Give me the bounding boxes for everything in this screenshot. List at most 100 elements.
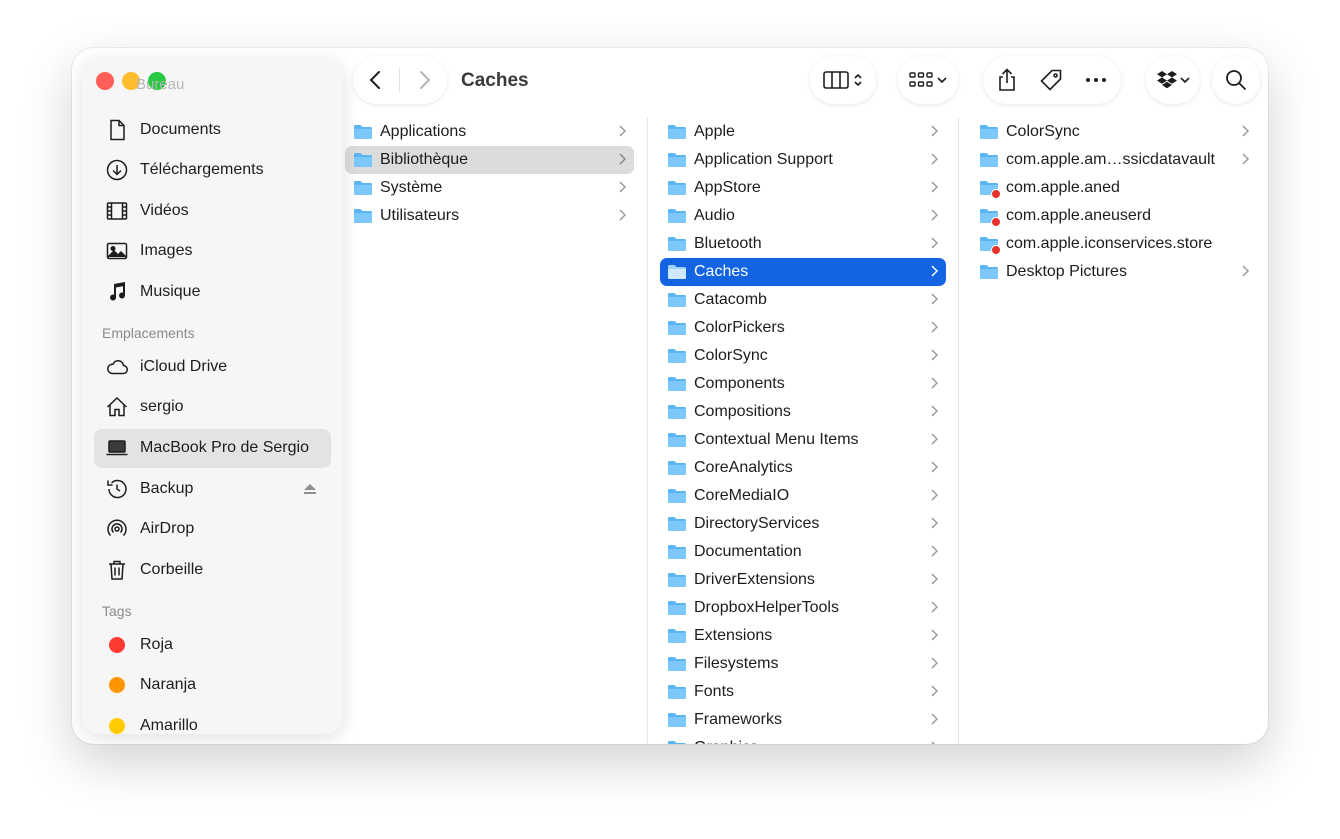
- sidebar-item-label: Musique: [140, 282, 201, 300]
- view-mode-button[interactable]: [810, 56, 876, 104]
- list-item[interactable]: ColorSync: [971, 118, 1257, 146]
- list-item[interactable]: Caches: [660, 258, 946, 286]
- list-item[interactable]: Bluetooth: [660, 230, 946, 258]
- list-item-label: Compositions: [694, 403, 791, 420]
- list-item[interactable]: DirectoryServices: [660, 510, 946, 538]
- list-item[interactable]: CoreAnalytics: [660, 454, 946, 482]
- list-item[interactable]: Contextual Menu Items: [660, 426, 946, 454]
- divider: [399, 68, 401, 92]
- list-item-systeme[interactable]: Système: [345, 174, 634, 202]
- sidebar-section-header: Emplacements: [102, 325, 195, 342]
- forward-button[interactable]: [405, 60, 445, 100]
- sidebar-list: Documents Téléchargements Vidéos Images: [94, 110, 331, 734]
- list-item-label: ColorPickers: [694, 319, 785, 336]
- group-by-button[interactable]: [898, 56, 958, 104]
- chevron-right-icon: [619, 153, 626, 165]
- sidebar-item-label: Vidéos: [140, 201, 189, 219]
- list-item[interactable]: DriverExtensions: [660, 566, 946, 594]
- tag-icon[interactable]: [1039, 60, 1063, 100]
- sidebar-item-icloud-drive[interactable]: iCloud Drive: [94, 347, 331, 386]
- sidebar-item-downloads[interactable]: Téléchargements: [94, 151, 331, 190]
- sidebar-item-partial[interactable]: Bureau: [136, 76, 184, 93]
- list-item[interactable]: Compositions: [660, 398, 946, 426]
- list-item[interactable]: Audio: [660, 202, 946, 230]
- sidebar-tag-naranja[interactable]: Naranja: [94, 666, 331, 705]
- list-item-label: ColorSync: [694, 347, 768, 364]
- list-item[interactable]: ColorPickers: [660, 314, 946, 342]
- list-item-label: Desktop Pictures: [1006, 263, 1127, 280]
- back-button[interactable]: [355, 60, 395, 100]
- sidebar-item-label: Documents: [140, 120, 221, 138]
- list-item[interactable]: com.apple.am…ssicdatavault: [971, 146, 1257, 174]
- window-title: Caches: [461, 70, 529, 91]
- list-item[interactable]: Graphics: [660, 734, 946, 744]
- chevron-right-icon: [931, 153, 938, 165]
- folder-icon: [667, 404, 687, 420]
- list-item-applications[interactable]: Applications: [345, 118, 634, 146]
- list-item[interactable]: CoreMediaIO: [660, 482, 946, 510]
- list-item-label: Caches: [694, 263, 749, 280]
- list-item[interactable]: Documentation: [660, 538, 946, 566]
- sidebar-item-documents[interactable]: Documents: [94, 110, 331, 149]
- list-item[interactable]: Application Support: [660, 146, 946, 174]
- tag-color-dot-icon: [104, 673, 130, 697]
- chevron-right-icon: [931, 237, 938, 249]
- list-item-label: Bluetooth: [694, 235, 762, 252]
- chevron-right-icon: [619, 209, 626, 221]
- list-item-label: com.apple.aned: [1006, 179, 1120, 196]
- sidebar-tag-roja[interactable]: Roja: [94, 625, 331, 664]
- list-item-utilisateurs[interactable]: Utilisateurs: [345, 202, 634, 230]
- folder-icon: [979, 236, 1001, 255]
- sidebar-item-macbook[interactable]: MacBook Pro de Sergio: [94, 428, 331, 468]
- sidebar-tag-amarillo[interactable]: Amarillo: [94, 707, 331, 734]
- list-item[interactable]: Filesystems: [660, 650, 946, 678]
- sidebar-item-backup[interactable]: Backup: [94, 469, 331, 508]
- sidebar-item-images[interactable]: Images: [94, 232, 331, 271]
- folder-icon: [667, 264, 687, 280]
- sidebar-item-label: Roja: [140, 635, 173, 653]
- list-item[interactable]: Frameworks: [660, 706, 946, 734]
- home-icon: [104, 395, 130, 419]
- list-item-bibliotheque[interactable]: Bibliothèque: [345, 146, 634, 174]
- list-item[interactable]: Extensions: [660, 622, 946, 650]
- list-item[interactable]: com.apple.iconservices.store: [971, 230, 1257, 258]
- folder-icon: [979, 124, 999, 140]
- list-item[interactable]: Catacomb: [660, 286, 946, 314]
- tag-color-dot-icon: [104, 633, 130, 657]
- sidebar-item-music[interactable]: Musique: [94, 272, 331, 311]
- folder-icon: [667, 348, 687, 364]
- column-caches: ColorSync com.apple.am…ssicdatavault com.a…: [958, 118, 1268, 744]
- chevron-right-icon: [1242, 265, 1249, 277]
- list-item-label: Utilisateurs: [380, 207, 460, 224]
- list-item[interactable]: AppStore: [660, 174, 946, 202]
- eject-icon[interactable]: [303, 482, 317, 500]
- list-item-label: com.apple.aneuserd: [1006, 207, 1151, 224]
- sidebar-item-sergio[interactable]: sergio: [94, 388, 331, 427]
- sidebar-item-airdrop[interactable]: AirDrop: [94, 510, 331, 549]
- list-item-label: CoreMediaIO: [694, 487, 790, 504]
- more-icon[interactable]: [1085, 60, 1107, 100]
- list-item[interactable]: Fonts: [660, 678, 946, 706]
- list-item[interactable]: ColorSync: [660, 342, 946, 370]
- sidebar-item-trash[interactable]: Corbeille: [94, 550, 331, 589]
- list-item-label: DirectoryServices: [694, 515, 820, 532]
- list-item[interactable]: com.apple.aned: [971, 174, 1257, 202]
- close-button[interactable]: [96, 72, 114, 90]
- trash-icon: [104, 558, 130, 582]
- chevron-right-icon: [931, 517, 938, 529]
- sidebar-item-videos[interactable]: Vidéos: [94, 191, 331, 230]
- list-item-label: Audio: [694, 207, 735, 224]
- list-item[interactable]: DropboxHelperTools: [660, 594, 946, 622]
- list-item[interactable]: Desktop Pictures: [971, 258, 1257, 286]
- photo-icon: [104, 239, 130, 263]
- music-note-icon: [104, 280, 130, 304]
- share-icon[interactable]: [997, 60, 1017, 100]
- list-item[interactable]: Components: [660, 370, 946, 398]
- tag-color-dot-icon: [104, 714, 130, 734]
- chevron-right-icon: [931, 573, 938, 585]
- dropbox-button[interactable]: [1146, 56, 1200, 104]
- chevron-down-icon: [937, 60, 947, 100]
- search-button[interactable]: [1212, 56, 1260, 104]
- list-item[interactable]: Apple: [660, 118, 946, 146]
- list-item[interactable]: com.apple.aneuserd: [971, 202, 1257, 230]
